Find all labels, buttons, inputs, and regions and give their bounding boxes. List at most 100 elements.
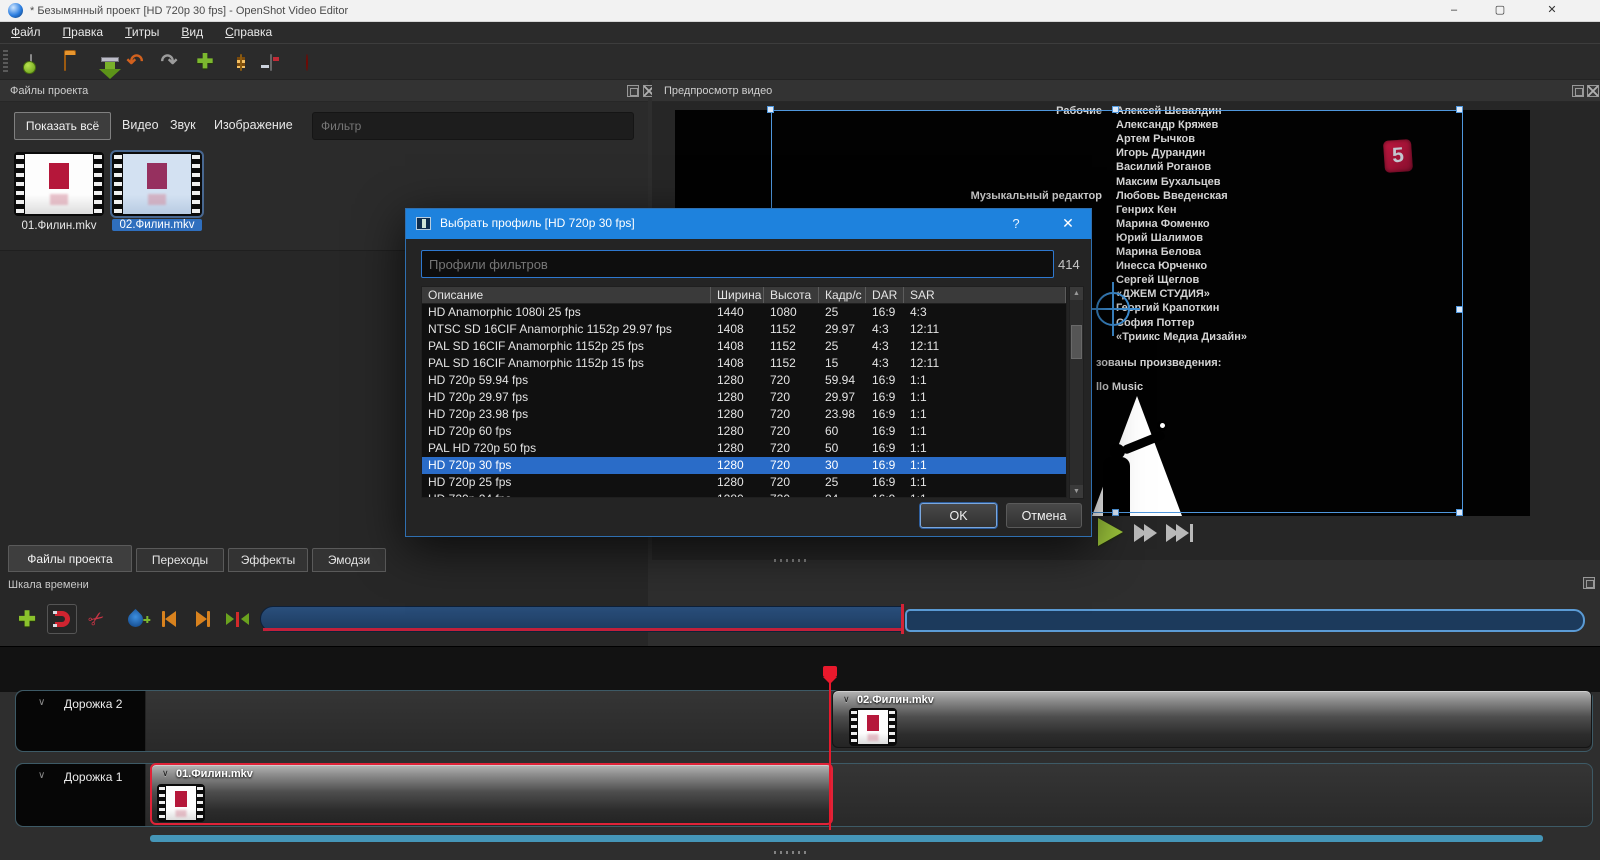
scroll-down-icon[interactable]: ▼ — [1070, 485, 1083, 498]
profile-row[interactable]: HD 720p 30 fps 1280 720 30 16:9 1:1 — [422, 457, 1066, 474]
menu-item[interactable]: Титры — [114, 22, 170, 44]
new-project-button[interactable] — [16, 47, 46, 77]
transform-handle-tl[interactable] — [767, 106, 774, 113]
jump-to-end-button[interactable] — [1166, 524, 1193, 542]
bottom-splitter-handle[interactable] — [774, 851, 808, 854]
import-files-button[interactable]: ✚ — [190, 47, 220, 77]
openshot-window: * Безымянный проект [HD 720p 30 fps] - O… — [0, 0, 1600, 860]
profile-row[interactable]: HD Anamorphic 1080i 25 fps 1440 1080 25 16:9… — [422, 304, 1066, 321]
float-panel-icon[interactable] — [627, 85, 639, 97]
maximize-button[interactable]: ▢ — [1478, 0, 1522, 22]
chevron-down-icon[interactable]: ∨ — [38, 697, 45, 708]
profile-row[interactable]: PAL SD 16CIF Anamorphic 1152p 15 fps 1408… — [422, 355, 1066, 372]
menu-item[interactable]: Правка — [52, 22, 115, 44]
file-thumbnail-1[interactable] — [14, 152, 104, 216]
files-filter-input[interactable] — [312, 112, 634, 140]
transform-handle-br[interactable] — [1456, 509, 1463, 516]
column-description[interactable]: Описание — [422, 287, 711, 303]
title-clip-button[interactable] — [226, 47, 256, 77]
transform-handle-tr[interactable] — [1456, 106, 1463, 113]
column-fps[interactable]: Кадр/с — [819, 287, 866, 303]
tab-project-files[interactable]: Файлы проекта — [8, 545, 132, 572]
transform-origin-crosshair[interactable] — [1086, 282, 1140, 336]
column-sar[interactable]: SAR — [904, 287, 1066, 303]
ok-button[interactable]: OK — [920, 503, 997, 528]
track-1-header[interactable]: ∨ Дорожка 1 — [16, 764, 146, 826]
float-timeline-icon[interactable] — [1583, 577, 1595, 589]
column-dar[interactable]: DAR — [866, 287, 904, 303]
next-marker-button[interactable] — [188, 604, 218, 634]
profile-row[interactable]: HD 720p 24 fps12807202416:91:1 — [422, 491, 1066, 497]
profile-row[interactable]: PAL SD 16CIF Anamorphic 1152p 25 fps 1408… — [422, 338, 1066, 355]
profile-row[interactable]: HD 720p 25 fps 1280 720 25 16:9 1:1 — [422, 474, 1066, 491]
toolbar-drag-handle[interactable] — [3, 50, 8, 74]
close-button[interactable]: ✕ — [1524, 0, 1580, 22]
previous-marker-button[interactable] — [154, 604, 184, 634]
minimize-button[interactable]: – — [1432, 0, 1476, 22]
close-preview-icon[interactable] — [1587, 85, 1599, 97]
profile-row[interactable]: NTSC SD 16CIF Anamorphic 1152p 29.97 fps… — [422, 321, 1066, 338]
save-project-button[interactable] — [84, 47, 121, 79]
column-height[interactable]: Высота — [764, 287, 819, 303]
tab-emoji[interactable]: Эмодзи — [312, 548, 386, 572]
add-marker-button[interactable] — [120, 604, 150, 634]
open-project-button[interactable] — [50, 47, 80, 77]
menu-item[interactable]: Вид — [170, 22, 214, 44]
panel-splitter-handle[interactable] — [774, 559, 808, 562]
profile-count: 414 — [1058, 257, 1080, 272]
snapping-toggle-button[interactable] — [47, 604, 77, 634]
profile-row[interactable]: HD 720p 59.94 fps 1280 720 59.94 16:9 1:1 — [422, 372, 1066, 389]
tab-image[interactable]: Изображение — [214, 118, 293, 132]
file-name-1[interactable]: 01.Филин.mkv — [2, 220, 116, 232]
dialog-close-button[interactable]: ✕ — [1055, 215, 1081, 232]
timeline-overview-clips[interactable] — [260, 606, 903, 632]
dialog-titlebar[interactable]: Выбрать профиль [HD 720p 30 fps] ? ✕ — [406, 209, 1091, 239]
profile-filter-input[interactable] — [421, 250, 1054, 278]
timeline-horizontal-scrollbar[interactable] — [150, 835, 1543, 842]
scroll-up-icon[interactable]: ▲ — [1070, 287, 1083, 300]
dialog-help-button[interactable]: ? — [1005, 216, 1027, 231]
tab-transitions[interactable]: Переходы — [136, 548, 224, 572]
menu-item[interactable]: Справка — [214, 22, 283, 44]
clip-2-thumbnail — [849, 708, 897, 746]
timeline-overview-playhead[interactable] — [901, 604, 904, 634]
timeline-overview-visible-region[interactable] — [905, 609, 1585, 632]
transform-handle-tm[interactable] — [1112, 106, 1119, 113]
play-button[interactable] — [1098, 518, 1123, 546]
menu-item[interactable]: Файл — [0, 22, 52, 44]
transform-handle-bm[interactable] — [1112, 509, 1119, 516]
chevron-down-icon[interactable]: ∨ — [38, 770, 45, 781]
choose-profile-button[interactable] — [256, 47, 286, 77]
file-thumbnail-2[interactable] — [112, 152, 202, 216]
tab-video[interactable]: Видео — [122, 118, 159, 132]
redo-button[interactable]: ↷ — [154, 47, 184, 77]
add-track-button[interactable]: ✚ — [12, 604, 42, 634]
profile-row[interactable]: HD 720p 60 fps 1280 720 60 16:9 1:1 — [422, 423, 1066, 440]
fast-forward-button[interactable] — [1134, 524, 1157, 542]
timeline-clip-2[interactable]: ∨ 02.Филин.mkv — [832, 690, 1592, 748]
float-preview-icon[interactable] — [1572, 85, 1584, 97]
export-video-button[interactable] — [292, 47, 322, 77]
tab-audio[interactable]: Звук — [170, 118, 196, 132]
tab-effects[interactable]: Эффекты — [228, 548, 308, 572]
column-width[interactable]: Ширина — [711, 287, 764, 303]
razor-tool-button[interactable]: ✂ — [82, 604, 112, 634]
profile-row[interactable]: PAL HD 720p 50 fps 1280 720 50 16:9 1:1 — [422, 440, 1066, 457]
profile-row[interactable]: HD 720p 23.98 fps 1280 720 23.98 16:9 1:1 — [422, 406, 1066, 423]
cancel-button[interactable]: Отмена — [1006, 503, 1082, 528]
timeline-clip-1-selected[interactable]: ∨ 01.Филин.mkv — [150, 763, 833, 825]
profile-table-scrollbar[interactable]: ▲ ▼ — [1069, 286, 1084, 499]
scrollbar-thumb[interactable] — [1071, 325, 1082, 359]
undo-button[interactable]: ↶ — [120, 47, 150, 77]
tab-show-all[interactable]: Показать всё — [14, 112, 111, 140]
profile-row[interactable]: HD 720p 29.97 fps 1280 720 29.97 16:9 1:1 — [422, 389, 1066, 406]
profile-table-body[interactable]: HD Anamorphic 1080i 25 fps 1440 1080 25 16:9… — [421, 304, 1067, 498]
file-name-2[interactable]: 02.Филин.mkv — [112, 219, 202, 231]
track-2-header[interactable]: ∨ Дорожка 2 — [16, 691, 146, 751]
center-on-playhead-button[interactable] — [222, 604, 252, 634]
timeline-ruler[interactable]: 00:40:33,01 0:0000:08:3200:17:0400:25:36… — [0, 646, 1600, 692]
transform-handle-mr[interactable] — [1456, 306, 1463, 313]
playhead-marker[interactable] — [823, 666, 837, 684]
profile-table-header[interactable]: Описание Ширина Высота Кадр/с DAR SAR — [421, 286, 1067, 304]
project-files-title: Файлы проекта — [10, 85, 89, 97]
